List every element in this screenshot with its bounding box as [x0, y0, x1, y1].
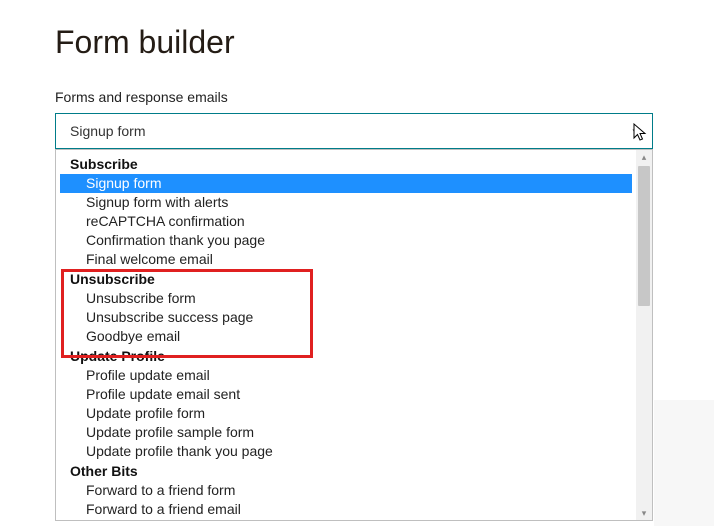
optgroup-label: Subscribe [56, 154, 636, 174]
select-option[interactable]: Update profile form [56, 404, 636, 423]
chevron-down-icon: ▾ [632, 125, 638, 138]
page-title: Form builder [55, 24, 659, 61]
scroll-down-icon: ▾ [636, 506, 652, 520]
select-option[interactable]: Unsubscribe form [56, 289, 636, 308]
scrollbar-thumb[interactable] [638, 166, 650, 306]
select-option[interactable]: Signup form with alerts [56, 193, 636, 212]
select-option[interactable]: Forward to a friend email [56, 500, 636, 519]
section-label: Forms and response emails [55, 89, 659, 105]
select-option[interactable]: Goodbye email [56, 327, 636, 346]
optgroup-label: Update Profile [56, 346, 636, 366]
optgroup-label: Unsubscribe [56, 269, 636, 289]
select-option[interactable]: About your list [56, 519, 636, 520]
select-option[interactable]: Signup form [60, 174, 632, 193]
select-option[interactable]: Unsubscribe success page [56, 308, 636, 327]
form-select[interactable]: Signup form ▾ [55, 113, 653, 149]
optgroup-label: Other Bits [56, 461, 636, 481]
scrollbar[interactable]: ▴ ▾ [636, 150, 652, 520]
select-option[interactable]: Update profile thank you page [56, 442, 636, 461]
select-option[interactable]: Update profile sample form [56, 423, 636, 442]
select-option[interactable]: Profile update email [56, 366, 636, 385]
select-option[interactable]: reCAPTCHA confirmation [56, 212, 636, 231]
scroll-up-icon: ▴ [636, 150, 652, 164]
background-panel [654, 400, 714, 526]
select-option[interactable]: Profile update email sent [56, 385, 636, 404]
form-select-dropdown: SubscribeSignup formSignup form with ale… [55, 149, 653, 521]
form-select-wrapper: Signup form ▾ SubscribeSignup formSignup… [55, 113, 653, 149]
form-select-value: Signup form [70, 123, 145, 139]
select-option[interactable]: Forward to a friend form [56, 481, 636, 500]
select-option[interactable]: Confirmation thank you page [56, 231, 636, 250]
select-option[interactable]: Final welcome email [56, 250, 636, 269]
